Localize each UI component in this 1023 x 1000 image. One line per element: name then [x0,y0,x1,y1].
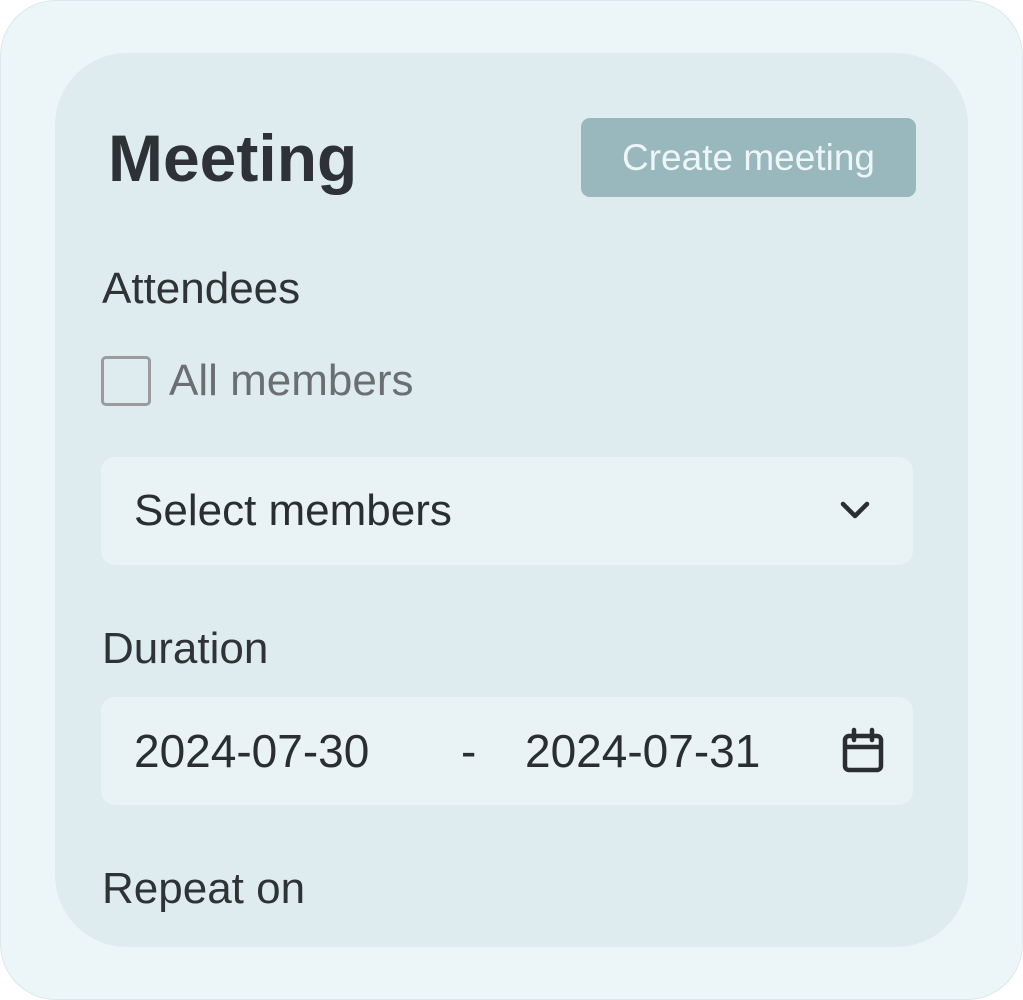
duration-label: Duration [102,624,269,673]
app-frame: Meeting Create meeting Attendees All mem… [0,0,1023,1000]
all-members-checkbox-row[interactable]: All members [101,353,414,409]
all-members-checkbox[interactable] [101,356,151,406]
page-title: Meeting [108,121,358,195]
repeat-on-label: Repeat on [102,864,306,913]
start-date-field[interactable]: 2024-07-30 [134,726,369,776]
attendees-label: Attendees [102,264,301,313]
end-date-field[interactable]: 2024-07-31 [525,726,760,776]
date-range-separator: - [461,725,477,777]
select-members-value: Select members [134,486,452,535]
all-members-label[interactable]: All members [169,356,414,406]
date-range-picker[interactable]: 2024-07-30 - 2024-07-31 [101,697,913,805]
create-meeting-button[interactable]: Create meeting [581,118,916,197]
meeting-card: Meeting Create meeting Attendees All mem… [55,53,968,947]
select-members-dropdown[interactable]: Select members [101,457,913,565]
chevron-down-icon [840,501,870,519]
calendar-icon[interactable] [839,727,887,775]
